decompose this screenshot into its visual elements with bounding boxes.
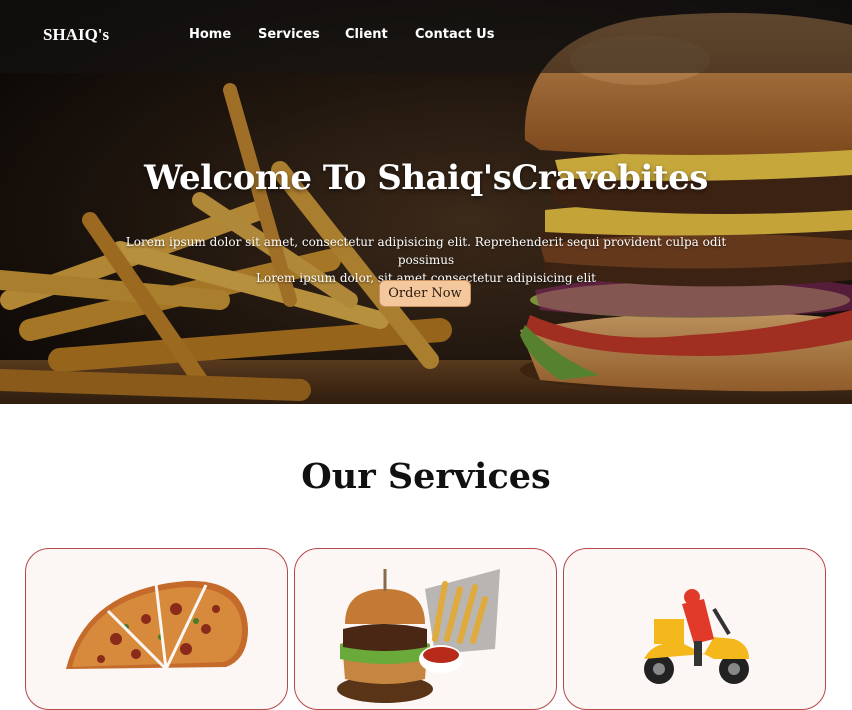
hero-description: Lorem ipsum dolor sit amet, consectetur … — [100, 233, 752, 287]
brand-logo[interactable]: SHAIQ's — [43, 25, 109, 45]
nav-link-home[interactable]: Home — [189, 27, 231, 42]
order-now-button[interactable]: Order Now — [379, 280, 471, 307]
navbar: SHAIQ's Home Services Client Contact Us — [0, 0, 852, 73]
nav-link-services[interactable]: Services — [258, 27, 320, 42]
nav-link-contact-us[interactable]: Contact Us — [415, 27, 494, 42]
burger-combo-image — [337, 569, 500, 703]
hero-title: Welcome To Shaiq'sCravebites — [144, 158, 708, 198]
hero-section: SHAIQ's Home Services Client Contact Us … — [0, 0, 852, 404]
service-card-pizza[interactable] — [25, 548, 288, 710]
service-card-burger[interactable] — [294, 548, 557, 710]
nav-link-client[interactable]: Client — [345, 27, 388, 42]
services-heading: Our Services — [301, 456, 551, 497]
hero-description-line-1: Lorem ipsum dolor sit amet, consectetur … — [125, 235, 727, 267]
pizza-image — [66, 580, 248, 671]
delivery-scooter-image — [644, 589, 749, 684]
service-card-delivery[interactable] — [563, 548, 826, 710]
